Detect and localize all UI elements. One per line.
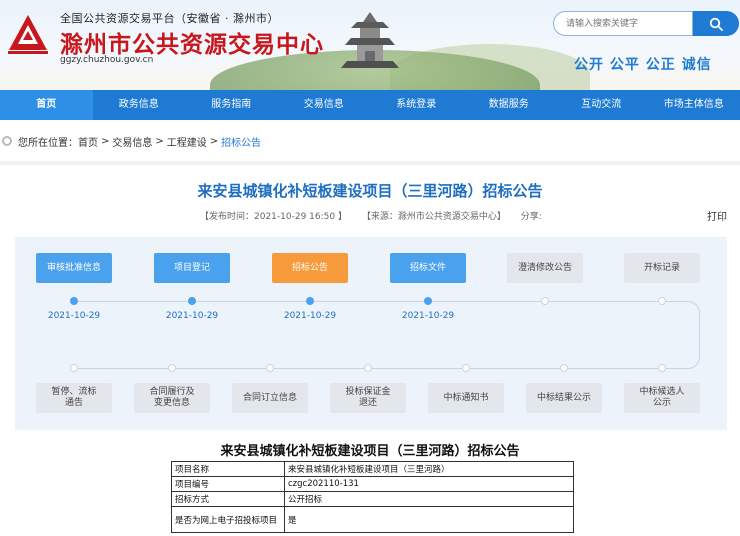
nav-item-interaction[interactable]: 互动交流	[555, 90, 648, 120]
step-contract-performance[interactable]: 合同履行及 变更信息	[134, 383, 210, 413]
search-bar	[553, 11, 739, 36]
timeline-dot	[70, 297, 78, 305]
breadcrumb-prefix: 您所在位置：	[18, 137, 78, 149]
table-row: 项目编号 czgc202110-131	[171, 476, 574, 492]
table-value: 公开招标	[284, 491, 574, 507]
step-project-registration[interactable]: 项目登记	[154, 253, 230, 283]
breadcrumb: 您所在位置： 首页 > 交易信息 > 工程建设 > 招标公告	[0, 130, 740, 152]
step-clarification-notice[interactable]: 澄清修改公告	[507, 253, 583, 283]
step-tender-notice[interactable]: 招标公告	[272, 253, 348, 283]
print-button[interactable]: 打印	[707, 208, 727, 223]
step-date: 2021-10-29	[165, 311, 219, 321]
nav-item-market-entity[interactable]: 市场主体信息	[648, 90, 740, 120]
timeline-dot	[424, 297, 432, 305]
step-bid-opening-record[interactable]: 开标记录	[624, 253, 700, 283]
table-key: 招标方式	[171, 491, 285, 507]
share-label[interactable]: 分享:	[521, 212, 542, 222]
timeline-dot	[658, 297, 666, 305]
table-value: 是	[284, 506, 574, 533]
timeline-line	[74, 368, 674, 369]
timeline-connector	[674, 301, 700, 369]
breadcrumb-home[interactable]: 首页	[78, 134, 98, 149]
nav-item-home[interactable]: 首页	[0, 90, 93, 120]
site-header: 全国公共资源交易平台（安徽省 · 滁州市） 滁州市公共资源交易中心 ggzy.c…	[0, 0, 740, 90]
step-suspension-notice[interactable]: 暂停、流标 通告	[36, 383, 112, 413]
site-url: ggzy.chuzhou.gov.cn	[60, 55, 154, 65]
timeline-dot	[188, 297, 196, 305]
breadcrumb-separator: >	[101, 135, 110, 147]
source: 【来源：滁州市公共资源交易中心】	[361, 212, 506, 222]
breadcrumb-current[interactable]: 招标公告	[221, 134, 261, 149]
timeline-dot	[168, 364, 176, 372]
table-value: czgc202110-131	[284, 476, 574, 492]
divider	[0, 161, 740, 165]
timeline-dot	[70, 364, 78, 372]
table-value: 来安县城镇化补短板建设项目（三里河路）	[284, 461, 574, 477]
nav-item-data-service[interactable]: 数据服务	[463, 90, 556, 120]
search-button[interactable]	[693, 11, 739, 36]
step-date: 2021-10-29	[401, 311, 455, 321]
publish-time: 【发布时间：2021-10-29 16:50 】	[200, 212, 347, 222]
timeline-dot	[658, 364, 666, 372]
table-row: 招标方式 公开招标	[171, 491, 574, 507]
timeline-dot	[560, 364, 568, 372]
site-title[interactable]: 滁州市公共资源交易中心	[60, 25, 324, 59]
platform-subtitle: 全国公共资源交易平台（安徽省 · 滁州市）	[60, 12, 279, 25]
step-date: 2021-10-29	[47, 311, 101, 321]
table-key: 项目编号	[171, 476, 285, 492]
nav-item-system-login[interactable]: 系统登录	[370, 90, 463, 120]
timeline-dot	[462, 364, 470, 372]
step-award-result[interactable]: 中标结果公示	[526, 383, 602, 413]
timeline-line	[74, 301, 674, 302]
slogan: 公开 公平 公正 诚信	[574, 57, 712, 73]
timeline-dot	[266, 364, 274, 372]
table-key: 是否为网上电子招投标项目	[171, 506, 285, 533]
pavilion-illustration	[341, 12, 399, 68]
step-contract-signing[interactable]: 合同订立信息	[232, 383, 308, 413]
timeline-dot	[364, 364, 372, 372]
nav-item-trading-info[interactable]: 交易信息	[278, 90, 371, 120]
location-icon	[2, 136, 12, 146]
breadcrumb-separator: >	[155, 135, 164, 147]
breadcrumb-engineering[interactable]: 工程建设	[167, 134, 207, 149]
process-timeline: 审核批准信息 项目登记 招标公告 招标文件 澄清修改公告 开标记录 2021-1…	[15, 237, 727, 430]
table-row: 是否为网上电子招投标项目 是	[171, 506, 574, 533]
nav-item-government-info[interactable]: 政务信息	[93, 90, 186, 120]
page-title: 来安县城镇化补短板建设项目（三里河路）招标公告	[197, 182, 543, 200]
timeline-dot	[306, 297, 314, 305]
logo-icon[interactable]	[6, 12, 50, 56]
search-icon	[709, 17, 723, 31]
table-row: 项目名称 来安县城镇化补短板建设项目（三里河路）	[171, 461, 574, 477]
article-meta: 【发布时间：2021-10-29 16:50 】 【来源：滁州市公共资源交易中心…	[200, 209, 554, 222]
step-date: 2021-10-29	[283, 311, 337, 321]
step-approval-info[interactable]: 审核批准信息	[36, 253, 112, 283]
breadcrumb-trading-info[interactable]: 交易信息	[112, 134, 152, 149]
step-deposit-refund[interactable]: 投标保证金 退还	[330, 383, 406, 413]
step-award-notice[interactable]: 中标通知书	[428, 383, 504, 413]
table-key: 项目名称	[171, 461, 285, 477]
breadcrumb-separator: >	[209, 135, 219, 147]
step-candidate-publicity[interactable]: 中标候选人 公示	[624, 383, 700, 413]
project-info-table: 项目名称 来安县城镇化补短板建设项目（三里河路） 项目编号 czgc202110…	[171, 461, 574, 533]
main-nav: 首页 政务信息 服务指南 交易信息 系统登录 数据服务 互动交流 市场主体信息	[0, 90, 740, 120]
search-input[interactable]	[553, 11, 693, 36]
document-title: 来安县城镇化补短板建设项目（三里河路）招标公告	[220, 444, 520, 459]
timeline-dot	[541, 297, 549, 305]
nav-item-service-guide[interactable]: 服务指南	[185, 90, 278, 120]
step-tender-documents[interactable]: 招标文件	[390, 253, 466, 283]
